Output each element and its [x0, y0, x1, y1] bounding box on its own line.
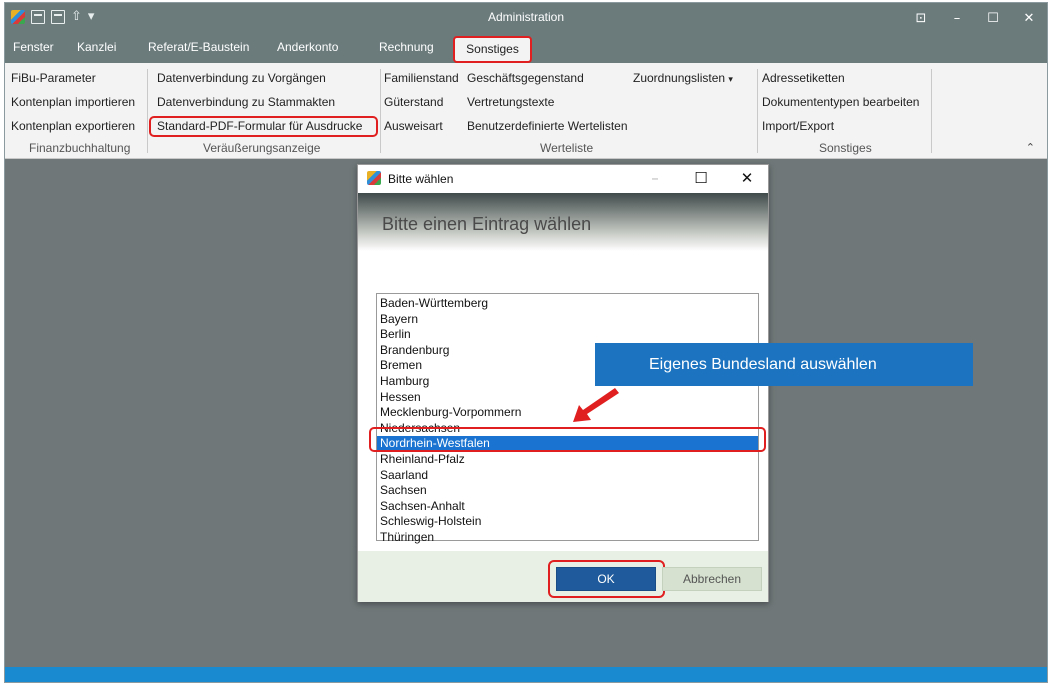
- ribbon-vertretungstexte[interactable]: Vertretungstexte: [467, 95, 554, 109]
- list-item[interactable]: Saarland: [377, 468, 758, 484]
- ribbon-datenverbindung-vorgaenge[interactable]: Datenverbindung zu Vorgängen: [157, 71, 326, 85]
- ribbon-adressetiketten[interactable]: Adressetiketten: [762, 71, 845, 85]
- tab-fenster[interactable]: Fenster: [13, 40, 54, 54]
- dialog-title: Bitte wählen: [388, 172, 454, 186]
- ribbon-gueterstand[interactable]: Güterstand: [384, 95, 443, 109]
- list-item[interactable]: Thüringen: [377, 530, 758, 546]
- ribbon-benutzerdefinierte-wertelisten[interactable]: Benutzerdefinierte Wertelisten: [467, 119, 628, 133]
- highlight-frame: [149, 116, 378, 137]
- status-bar: [5, 667, 1047, 682]
- group-label-finanzbuchhaltung: Finanzbuchhaltung: [29, 141, 131, 155]
- dialog-app-icon: [367, 171, 381, 185]
- maximize-icon[interactable]: ☐: [975, 3, 1011, 33]
- ok-button[interactable]: OK: [556, 567, 656, 591]
- tab-rechnung[interactable]: Rechnung: [379, 40, 434, 54]
- ribbon-familienstand[interactable]: Familienstand: [384, 71, 459, 85]
- ribbon: FiBu-Parameter Kontenplan importieren Ko…: [5, 63, 1047, 159]
- ribbon-separator: [380, 69, 381, 153]
- dialog-close-icon[interactable]: ✕: [732, 169, 762, 187]
- list-item[interactable]: Bayern: [377, 312, 758, 328]
- dialog-title-bar: Bitte wählen – ☐ ✕: [358, 165, 768, 193]
- dialog-minimize-icon: –: [651, 169, 659, 187]
- list-item[interactable]: Sachsen: [377, 483, 758, 499]
- ribbon-datenverbindung-stammakten[interactable]: Datenverbindung zu Stammakten: [157, 95, 335, 109]
- close-icon[interactable]: ✕: [1011, 3, 1047, 33]
- ribbon-zuordnungslisten-dropdown[interactable]: Zuordnungslisten ▾: [633, 71, 733, 85]
- menu-tabs: Fenster Kanzlei Referat/E-Baustein Ander…: [5, 33, 1047, 63]
- group-label-werteliste: Werteliste: [540, 141, 594, 155]
- ribbon-separator: [931, 69, 932, 153]
- list-item[interactable]: Schleswig-Holstein: [377, 514, 758, 530]
- group-label-veraeusserungsanzeige: Veräußerungsanzeige: [203, 141, 321, 155]
- list-item[interactable]: Rheinland-Pfalz: [377, 452, 758, 468]
- group-label-sonstiges: Sonstiges: [819, 141, 872, 155]
- ribbon-ausweisart[interactable]: Ausweisart: [384, 119, 443, 133]
- zuordnungslisten-label: Zuordnungslisten: [633, 71, 726, 85]
- tab-sonstiges[interactable]: Sonstiges: [453, 36, 532, 63]
- minimize-icon[interactable]: –: [939, 3, 975, 33]
- ribbon-separator: [147, 69, 148, 153]
- dialog-heading: Bitte einen Eintrag wählen: [382, 214, 592, 234]
- tab-referat[interactable]: Referat/E-Baustein: [148, 40, 249, 54]
- title-bar: ⇧ ▾ Administration ⊡ – ☐ ✕: [5, 3, 1047, 33]
- ribbon-fibu-parameter[interactable]: FiBu-Parameter: [11, 71, 96, 85]
- ribbon-separator: [757, 69, 758, 153]
- ribbon-dokumententypen-bearbeiten[interactable]: Dokumententypen bearbeiten: [762, 95, 919, 109]
- collapse-ribbon-icon[interactable]: ⌃: [1026, 141, 1035, 154]
- ribbon-kontenplan-exportieren[interactable]: Kontenplan exportieren: [11, 119, 135, 133]
- window-title: Administration: [487, 10, 565, 24]
- ribbon-kontenplan-importieren[interactable]: Kontenplan importieren: [11, 95, 135, 109]
- ribbon-geschaeftsgegenstand[interactable]: Geschäftsgegenstand: [467, 71, 584, 85]
- ribbon-import-export[interactable]: Import/Export: [762, 119, 834, 133]
- highlight-frame: [369, 427, 766, 452]
- tab-anderkonto[interactable]: Anderkonto: [277, 40, 338, 54]
- list-item[interactable]: Sachsen-Anhalt: [377, 499, 758, 515]
- list-item[interactable]: Berlin: [377, 327, 758, 343]
- red-arrow-icon: [573, 388, 619, 422]
- cancel-button[interactable]: Abbrechen: [662, 567, 762, 591]
- instruction-callout: Eigenes Bundesland auswählen: [595, 343, 973, 386]
- tab-kanzlei[interactable]: Kanzlei: [77, 40, 116, 54]
- list-item[interactable]: Baden-Württemberg: [377, 296, 758, 312]
- ribbon-options-icon[interactable]: ⊡: [903, 3, 939, 33]
- chevron-down-icon: ▾: [728, 74, 733, 84]
- dialog-maximize-icon[interactable]: ☐: [686, 169, 716, 187]
